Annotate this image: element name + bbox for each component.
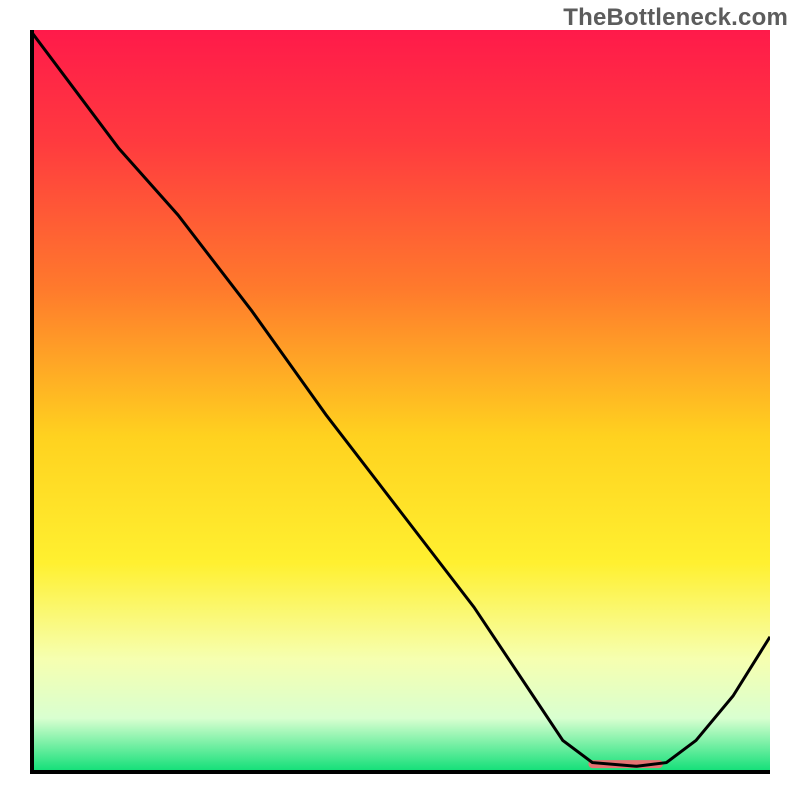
gradient-background: [30, 30, 770, 770]
plot-area: [30, 30, 770, 770]
x-axis: [30, 770, 770, 774]
chart-container: TheBottleneck.com: [0, 0, 800, 800]
y-axis: [30, 30, 34, 770]
chart-svg: [30, 30, 770, 770]
watermark-text: TheBottleneck.com: [563, 4, 788, 32]
